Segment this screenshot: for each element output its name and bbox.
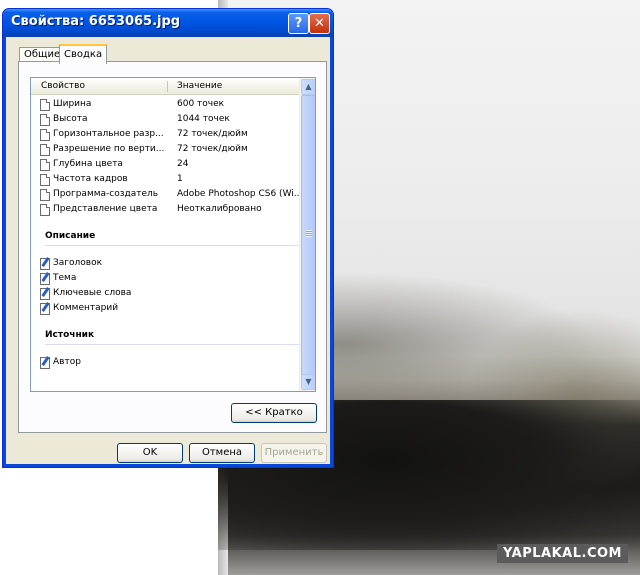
- help-button[interactable]: ?: [288, 13, 309, 34]
- property-name: Тема: [53, 273, 77, 283]
- scroll-thumb[interactable]: [301, 95, 315, 376]
- column-header-property[interactable]: Свойство: [41, 78, 85, 94]
- property-value: Неоткалибровано: [177, 204, 262, 214]
- property-name: Частота кадров: [53, 174, 128, 184]
- property-value: 1: [177, 174, 183, 184]
- title-bar[interactable]: Свойства: 6653065.jpg ? ✕: [3, 9, 333, 37]
- scroll-up-icon[interactable]: ▲: [301, 79, 315, 95]
- list-item[interactable]: Частота кадров 1: [31, 172, 299, 187]
- window-title: Свойства: 6653065.jpg: [11, 14, 181, 29]
- list-item[interactable]: Комментарий: [31, 301, 299, 316]
- window-frame: [3, 37, 6, 467]
- property-name: Комментарий: [53, 303, 119, 313]
- close-button[interactable]: ✕: [309, 13, 330, 34]
- list-header: Свойство Значение: [31, 78, 299, 95]
- document-icon: [40, 129, 50, 141]
- list-item[interactable]: Заголовок: [31, 256, 299, 271]
- list-item[interactable]: Глубина цвета 24: [31, 157, 299, 172]
- apply-button[interactable]: Применить: [261, 443, 327, 463]
- property-value: 72 точек/дюйм: [177, 144, 248, 154]
- scroll-down-icon[interactable]: ▼: [301, 374, 315, 390]
- document-icon: [40, 114, 50, 126]
- property-name: Глубина цвета: [53, 159, 123, 169]
- edit-icon: [40, 357, 50, 369]
- list-item[interactable]: Представление цвета Неоткалибровано: [31, 202, 299, 217]
- property-value: 24: [177, 159, 189, 169]
- document-icon: [40, 159, 50, 171]
- cancel-button[interactable]: Отмена: [189, 443, 255, 463]
- edit-icon: [40, 288, 50, 300]
- property-name: Представление цвета: [53, 204, 158, 214]
- list-item[interactable]: Ключевые слова: [31, 286, 299, 301]
- list-item[interactable]: Высота 1044 точек: [31, 112, 299, 127]
- property-name: Ключевые слова: [53, 288, 132, 298]
- window-frame: [330, 37, 333, 467]
- brief-view-button[interactable]: << Кратко: [231, 403, 317, 423]
- list-item[interactable]: Разрешение по верти... 72 точек/дюйм: [31, 142, 299, 157]
- property-value: 1044 точек: [177, 114, 230, 124]
- list-item[interactable]: Автор: [31, 355, 299, 370]
- document-icon: [40, 204, 50, 216]
- list-item[interactable]: Тема: [31, 271, 299, 286]
- list-item[interactable]: Горизонтальное разр... 72 точек/дюйм: [31, 127, 299, 142]
- tab-summary[interactable]: Сводка: [59, 44, 108, 64]
- section-heading-source: Источник: [45, 328, 300, 345]
- document-icon: [40, 174, 50, 186]
- property-list: Свойство Значение Ширина 600 точек Высот…: [30, 77, 316, 392]
- section-heading-description: Описание: [45, 229, 300, 246]
- column-header-value[interactable]: Значение: [177, 78, 222, 94]
- edit-icon: [40, 273, 50, 285]
- list-item[interactable]: Ширина 600 точек: [31, 97, 299, 112]
- document-icon: [40, 99, 50, 111]
- property-name: Программа-создатель: [53, 189, 159, 199]
- tab-panel: Свойство Значение Ширина 600 точек Высот…: [18, 61, 327, 433]
- ok-button[interactable]: OK: [117, 443, 183, 463]
- column-separator[interactable]: [167, 81, 168, 92]
- property-value: 600 точек: [177, 99, 225, 109]
- property-name: Ширина: [53, 99, 92, 109]
- property-value: Adobe Photoshop CS6 (Wi...: [177, 189, 303, 199]
- watermark: YAPLAKAL.COM: [497, 544, 628, 563]
- property-value: 72 точек/дюйм: [177, 129, 248, 139]
- list-item[interactable]: Программа-создатель Adobe Photoshop CS6 …: [31, 187, 303, 202]
- window-frame: [3, 464, 333, 467]
- property-name: Разрешение по верти...: [53, 144, 165, 154]
- property-name: Горизонтальное разр...: [53, 129, 164, 139]
- document-icon: [40, 189, 50, 201]
- property-name: Заголовок: [53, 258, 103, 268]
- edit-icon: [40, 303, 50, 315]
- property-name: Высота: [53, 114, 88, 124]
- property-name: Автор: [53, 357, 81, 367]
- document-icon: [40, 144, 50, 156]
- grip-icon: [306, 230, 312, 237]
- properties-dialog: Свойства: 6653065.jpg ? ✕ Общие Сводка С…: [2, 8, 334, 468]
- edit-icon: [40, 258, 50, 270]
- vertical-scrollbar[interactable]: ▲ ▼: [299, 78, 315, 391]
